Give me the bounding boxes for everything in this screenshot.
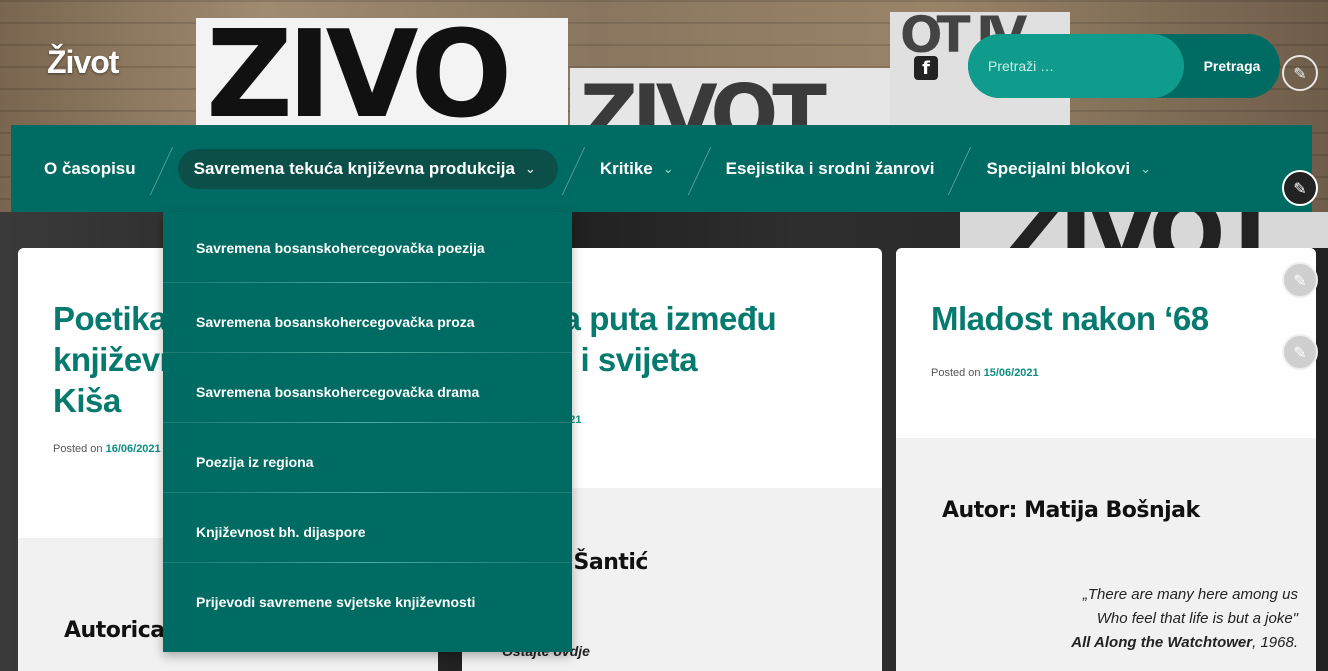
edit-pencil-icon[interactable]: ✎	[1282, 55, 1318, 91]
edit-pencil-icon[interactable]: ✎	[1282, 170, 1318, 206]
nav-separator	[950, 147, 970, 191]
submenu-item[interactable]: Savremena bosanskohercegovačka proza	[163, 282, 572, 352]
post-header: Mladost nakon ‘68 Posted on 15/06/2021	[896, 248, 1316, 379]
nav-item-label: Savremena tekuća književna produkcija	[193, 158, 515, 178]
nav-item-esejistika[interactable]: Esejistika i srodni žanrovi	[710, 149, 951, 189]
post-excerpt: Autor: Matija Bošnjak „There are many he…	[896, 438, 1316, 671]
site-title[interactable]: Život	[47, 44, 119, 81]
nav-separator	[690, 147, 710, 191]
search-form: Pretraga	[968, 34, 1280, 98]
nav-item-label: Kritike	[599, 158, 653, 178]
main-nav: O časopisu Savremena tekuća književna pr…	[11, 125, 1312, 212]
submenu-item[interactable]: Savremena bosanskohercegovačka drama	[163, 352, 572, 422]
edit-pencil-icon[interactable]: ✎	[1282, 334, 1318, 370]
nav-item-label: Esejistika i srodni žanrovi	[725, 158, 935, 178]
poster-image: ZIVO	[196, 18, 568, 128]
submenu-dropdown: Savremena bosanskohercegovačka poezija S…	[163, 212, 572, 652]
nav-item-label: Specijalni blokovi	[986, 158, 1131, 178]
chevron-down-icon: ⌄	[662, 160, 674, 176]
submenu-item[interactable]: Književnost bh. dijaspore	[163, 492, 572, 562]
search-button[interactable]: Pretraga	[1184, 34, 1280, 98]
search-input[interactable]	[968, 34, 1184, 98]
nav-separator	[152, 147, 172, 191]
edit-pencil-icon[interactable]: ✎	[1282, 262, 1318, 298]
submenu-item[interactable]: Poezija iz regiona	[163, 422, 572, 492]
nav-item-label: O časopisu	[44, 158, 136, 178]
post-card: Mladost nakon ‘68 Posted on 15/06/2021 A…	[896, 248, 1316, 671]
poster-image: ZIVOT	[960, 212, 1328, 248]
post-title[interactable]: Mladost nakon ‘68	[931, 298, 1281, 339]
post-date-link[interactable]: 15/06/2021	[984, 367, 1039, 379]
post-meta: Posted on 15/06/2021	[931, 367, 1039, 379]
submenu-item[interactable]: Prijevodi savremene svjetske književnost…	[163, 562, 572, 632]
submenu-item[interactable]: Savremena bosanskohercegovačka poezija	[163, 212, 572, 282]
nav-item-specijalni-blokovi[interactable]: Specijalni blokovi ⌄	[970, 149, 1167, 189]
nav-item-o-casopisu[interactable]: O časopisu	[11, 149, 152, 189]
post-quote: „There are many here among us Who feel t…	[1071, 586, 1298, 651]
nav-item-savremena-produkcija[interactable]: Savremena tekuća književna produkcija ⌄	[177, 148, 558, 189]
post-author: Autor: Matija Bošnjak	[942, 498, 1200, 523]
nav-item-kritike[interactable]: Kritike ⌄	[584, 149, 690, 189]
poster-image: ZIVOT	[570, 68, 900, 128]
facebook-icon[interactable]: f	[914, 56, 938, 80]
chevron-down-icon: ⌄	[524, 160, 536, 176]
nav-separator	[564, 147, 584, 191]
chevron-down-icon: ⌄	[1140, 160, 1151, 176]
post-date-link[interactable]: 16/06/2021	[106, 443, 161, 455]
